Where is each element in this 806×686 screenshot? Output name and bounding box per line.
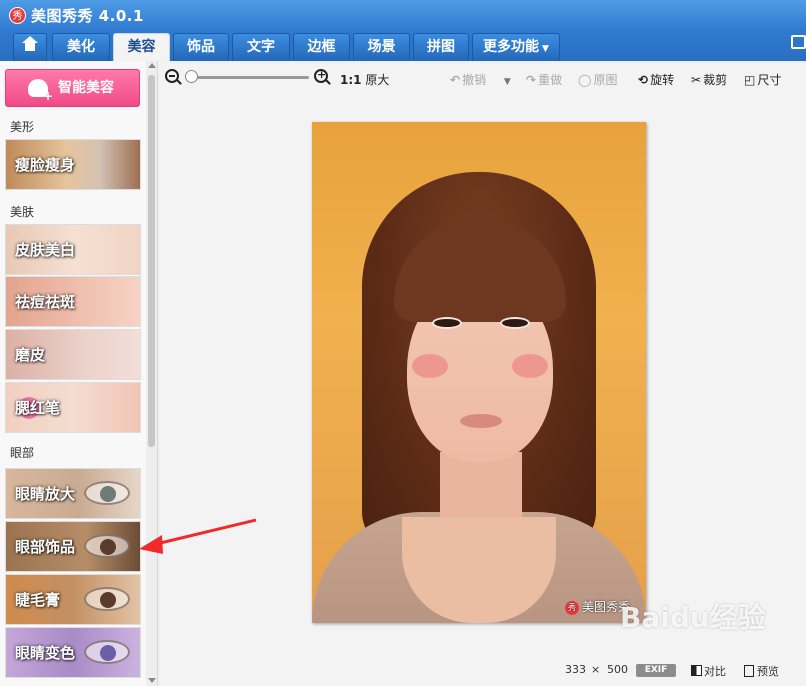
feature-eye-color[interactable]: 眼睛变色 bbox=[5, 627, 141, 678]
photo-left-cheek bbox=[412, 354, 448, 378]
app-window: 秀 美图秀秀 4.0.1 美化 美容 饰品 文字 边框 场景 拼图 更多功能 ▼ … bbox=[0, 0, 806, 686]
feature-acne-removal[interactable]: 祛痘祛斑 bbox=[5, 276, 141, 327]
rotate-label: 旋转 bbox=[650, 73, 675, 87]
edit-toolbar: 1:1 原大 ↶撤销 ▼ ↷重做 ◯原图 ⟲旋转 ✂裁剪 ◰尺寸 bbox=[160, 63, 806, 93]
feature-label: 磨皮 bbox=[15, 346, 46, 364]
feature-label: 睫毛膏 bbox=[15, 591, 61, 609]
tab-bar: 美化 美容 饰品 文字 边框 场景 拼图 更多功能 ▼ bbox=[0, 31, 806, 61]
scissors-icon: ✂ bbox=[691, 73, 702, 87]
crop-button[interactable]: ✂ 裁剪 bbox=[691, 71, 727, 88]
compare-label: 对比 bbox=[704, 665, 726, 678]
feature-eye-accessories[interactable]: 眼部饰品 bbox=[5, 521, 141, 572]
photo-right-eye bbox=[500, 317, 530, 329]
scrollbar-thumb[interactable] bbox=[148, 75, 155, 447]
section-title-skin: 美肤 bbox=[10, 205, 35, 219]
exif-button[interactable]: EXIF bbox=[636, 664, 676, 677]
smart-beauty-button[interactable]: 智能美容 bbox=[5, 69, 140, 107]
feature-slim-face[interactable]: 瘦脸瘦身 bbox=[5, 139, 141, 190]
tab-beauty[interactable]: 美容 bbox=[113, 33, 170, 61]
app-title: 美图秀秀 4.0.1 bbox=[31, 7, 144, 25]
feature-eye-enlarge[interactable]: 眼睛放大 bbox=[5, 468, 141, 519]
tab-collage[interactable]: 拼图 bbox=[413, 33, 469, 61]
eye-icon bbox=[84, 640, 130, 664]
feature-label: 腮红笔 bbox=[15, 399, 61, 417]
feature-label: 眼睛变色 bbox=[15, 644, 76, 662]
compare-icon bbox=[691, 665, 702, 676]
site-watermark: Baidu经验 bbox=[620, 601, 766, 634]
original-circle-icon: ◯ bbox=[578, 73, 592, 87]
watermark-logo-icon: 秀 bbox=[565, 600, 579, 615]
scroll-down-icon[interactable] bbox=[148, 678, 156, 683]
title-bar: 秀 美图秀秀 4.0.1 bbox=[0, 0, 806, 31]
feature-label: 祛痘祛斑 bbox=[15, 293, 76, 311]
redo-button[interactable]: ↷ 重做 bbox=[526, 71, 562, 88]
feature-mascara[interactable]: 睫毛膏 bbox=[5, 574, 141, 625]
tab-scene[interactable]: 场景 bbox=[353, 33, 410, 61]
size-label: 尺寸 bbox=[757, 73, 782, 87]
chevron-down-icon[interactable]: ▼ bbox=[504, 77, 511, 87]
crop-label: 裁剪 bbox=[703, 73, 728, 87]
feature-label: 眼部饰品 bbox=[15, 538, 76, 556]
compare-button[interactable]: 对比 bbox=[691, 663, 726, 679]
preview-button[interactable]: 预览 bbox=[744, 663, 779, 679]
rotate-button[interactable]: ⟲ 旋转 bbox=[638, 71, 674, 88]
tab-more-label: 更多功能 bbox=[483, 39, 540, 55]
tab-more-features[interactable]: 更多功能 ▼ bbox=[472, 33, 560, 61]
section-title-shape: 美形 bbox=[10, 120, 35, 134]
beauty-sidebar: 智能美容 美形 瘦脸瘦身 美肤 皮肤美白 祛痘祛斑 磨皮 腮红笔 眼部 眼睛放大… bbox=[0, 61, 158, 686]
feature-blush-brush[interactable]: 腮红笔 bbox=[5, 382, 141, 433]
original-size-button[interactable]: 1:1 原大 bbox=[340, 71, 389, 88]
eyelash-icon bbox=[84, 534, 130, 558]
feature-label: 瘦脸瘦身 bbox=[15, 156, 76, 174]
image-height: 500 bbox=[607, 663, 628, 676]
times-symbol: × bbox=[591, 663, 601, 676]
smart-face-icon bbox=[28, 79, 53, 102]
preview-icon bbox=[744, 665, 754, 677]
redo-label: 重做 bbox=[538, 73, 563, 87]
feature-label: 眼睛放大 bbox=[15, 485, 76, 503]
original-label: 原图 bbox=[593, 73, 618, 87]
scroll-up-icon[interactable] bbox=[148, 63, 156, 68]
smart-beauty-label: 智能美容 bbox=[58, 80, 114, 96]
rotate-icon: ⟲ bbox=[638, 73, 649, 87]
feature-label: 皮肤美白 bbox=[15, 241, 76, 259]
original-size-label: 原大 bbox=[365, 73, 390, 87]
photo-left-eye bbox=[432, 317, 462, 329]
preview-label: 预览 bbox=[757, 665, 779, 678]
original-image-button[interactable]: ◯ 原图 bbox=[578, 71, 617, 88]
portrait-photo[interactable]: 秀美图秀秀 bbox=[312, 122, 646, 623]
section-title-eyes: 眼部 bbox=[10, 446, 35, 460]
image-canvas[interactable]: 秀美图秀秀 bbox=[160, 93, 806, 653]
resize-icon: ◰ bbox=[744, 73, 756, 87]
tab-beautify[interactable]: 美化 bbox=[52, 33, 110, 61]
photo-right-cheek bbox=[512, 354, 548, 378]
zoom-out-icon[interactable] bbox=[165, 69, 179, 83]
feature-skin-smoothing[interactable]: 磨皮 bbox=[5, 329, 141, 380]
tab-border[interactable]: 边框 bbox=[293, 33, 350, 61]
feature-skin-whitening[interactable]: 皮肤美白 bbox=[5, 224, 141, 275]
tab-text[interactable]: 文字 bbox=[232, 33, 290, 61]
undo-label: 撤销 bbox=[462, 73, 487, 87]
zoom-in-icon[interactable] bbox=[314, 68, 328, 83]
zoom-slider-handle[interactable] bbox=[185, 70, 198, 83]
redo-icon: ↷ bbox=[526, 73, 537, 87]
eye-icon bbox=[84, 481, 130, 505]
chevron-down-icon: ▼ bbox=[542, 44, 549, 54]
image-width: 333 bbox=[565, 663, 586, 676]
tab-accessories[interactable]: 饰品 bbox=[173, 33, 229, 61]
tab-home[interactable] bbox=[13, 33, 47, 61]
resize-button[interactable]: ◰ 尺寸 bbox=[744, 71, 781, 88]
folder-icon[interactable] bbox=[791, 35, 806, 49]
eye-icon bbox=[84, 587, 130, 611]
zoom-ratio-label: 1:1 bbox=[340, 73, 362, 87]
zoom-slider[interactable] bbox=[187, 76, 309, 79]
photo-lips bbox=[460, 414, 502, 428]
undo-icon: ↶ bbox=[450, 73, 461, 87]
home-icon bbox=[22, 36, 38, 53]
undo-button[interactable]: ↶ 撤销 ▼ bbox=[450, 71, 511, 88]
app-logo-icon: 秀 bbox=[9, 7, 26, 24]
status-bar: 333 × 500 EXIF 对比 预览 bbox=[160, 653, 806, 686]
